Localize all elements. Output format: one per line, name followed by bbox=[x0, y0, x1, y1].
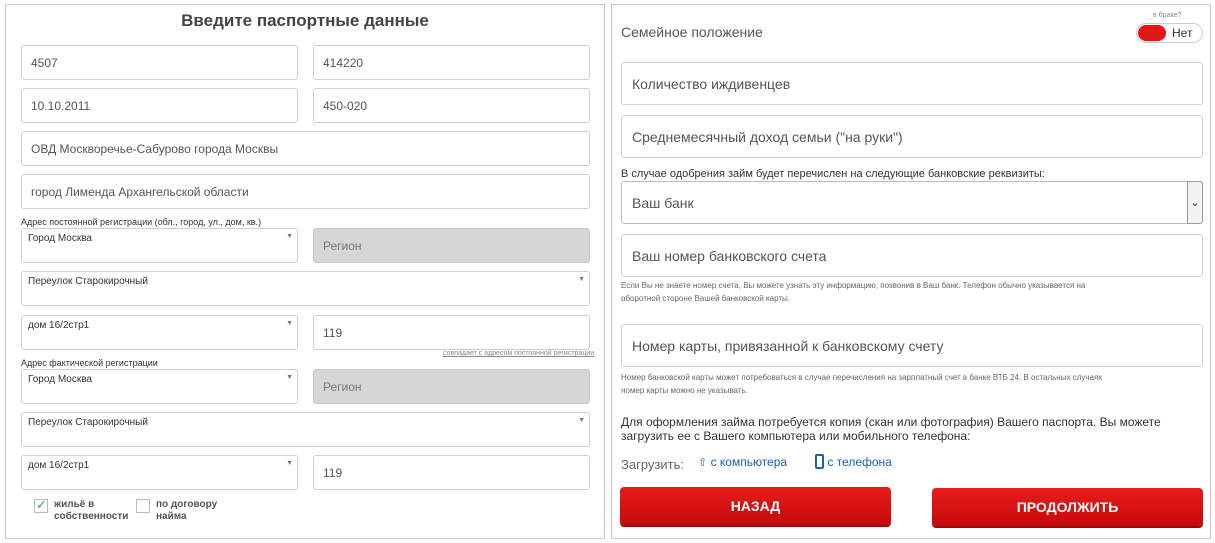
chevron-down-icon: ▼ bbox=[578, 417, 585, 424]
account-note-line2: оборотной стороне Вашей банковской карты… bbox=[621, 294, 791, 303]
back-button[interactable]: НАЗАД bbox=[620, 487, 891, 525]
upload-label: Загрузить: bbox=[621, 457, 684, 472]
lease-housing-label: по договору найма bbox=[156, 499, 217, 523]
bank-account-input[interactable]: Ваш номер банковского счета bbox=[621, 234, 1203, 277]
checkmark-icon: ✓ bbox=[36, 497, 47, 512]
actual-address-label: Адрес фактической регистрации bbox=[21, 358, 158, 368]
chevron-down-icon: ▼ bbox=[286, 374, 293, 381]
passport-series-input[interactable]: 4507 bbox=[21, 45, 298, 80]
issue-date-input[interactable]: 10.10.2011 bbox=[21, 88, 298, 123]
chevron-down-icon: ▼ bbox=[286, 460, 293, 467]
card-note-line2: номер карты можно не указывать. bbox=[621, 386, 748, 395]
owned-housing-label-line2: собственности bbox=[54, 511, 129, 522]
family-status-label: Семейное положение bbox=[621, 24, 763, 40]
married-toggle-value: Нет bbox=[1172, 26, 1193, 40]
actual-index-input[interactable]: 119 bbox=[313, 455, 590, 490]
actual-street-select[interactable]: Переулок Старокирочный ▼ bbox=[21, 412, 590, 447]
issued-by-input[interactable]: ОВД Москворечье-Сабурово города Москвы bbox=[21, 131, 590, 166]
continue-button[interactable]: ПРОДОЛЖИТЬ bbox=[932, 488, 1203, 526]
bank-select[interactable]: Ваш банк ⌄ bbox=[621, 181, 1203, 224]
division-code-input[interactable]: 450-020 bbox=[313, 88, 590, 123]
page-title: Введите паспортные данные bbox=[181, 11, 429, 30]
family-income-input[interactable]: Среднемесячный доход семьи ("на руки") bbox=[621, 115, 1203, 158]
actual-region-input[interactable]: Регион bbox=[313, 369, 590, 404]
passport-panel: Введите паспортные данные 4507 414220 10… bbox=[5, 4, 605, 539]
upload-computer-link[interactable]: ⇧ с компьютера bbox=[698, 455, 787, 469]
bank-intro-text: В случае одобрения займ будет перечислен… bbox=[621, 168, 1045, 180]
permanent-house-select[interactable]: дом 16/2стр1 ▼ bbox=[21, 315, 298, 350]
chevron-down-icon: ⌄ bbox=[1187, 181, 1203, 224]
upload-phone-label: с телефона bbox=[827, 455, 892, 469]
actual-house-select[interactable]: дом 16/2стр1 ▼ bbox=[21, 455, 298, 490]
owned-housing-label: жильё в собственности bbox=[54, 499, 128, 523]
permanent-region-input[interactable]: Регион bbox=[313, 228, 590, 263]
upload-computer-label: с компьютера bbox=[710, 455, 788, 469]
permanent-city-value: Город Москва bbox=[28, 233, 92, 244]
phone-icon bbox=[815, 454, 824, 469]
card-note: Номер банковской карты может потребовать… bbox=[621, 371, 1181, 397]
owned-housing-checkbox[interactable]: ✓ bbox=[34, 497, 48, 513]
birth-place-input[interactable]: город Лименда Архангельской области bbox=[21, 174, 590, 209]
chevron-down-icon: ▼ bbox=[286, 233, 293, 240]
married-caption: в браке? bbox=[1153, 12, 1182, 19]
permanent-address-label: Адрес постоянной регистрации (обл., горо… bbox=[21, 217, 262, 227]
upload-description-line1: Для оформления займа потребуется копия (… bbox=[621, 415, 1161, 429]
permanent-street-value: Переулок Старокирочный bbox=[28, 276, 148, 287]
lease-housing-label-line1: по договору bbox=[156, 499, 218, 510]
married-toggle[interactable]: Нет bbox=[1136, 23, 1203, 43]
account-note-line1: Если Вы не знаете номер счета, Вы можете… bbox=[621, 281, 1086, 290]
owned-housing-label-line1: жильё в bbox=[54, 499, 95, 510]
finance-panel: Семейное положение в браке? Нет Количест… bbox=[611, 4, 1211, 539]
chevron-down-icon: ▼ bbox=[286, 320, 293, 327]
upload-icon: ⇧ bbox=[698, 457, 708, 469]
permanent-index-input[interactable]: 119 bbox=[313, 315, 590, 350]
chevron-down-icon: ▼ bbox=[578, 276, 585, 283]
bank-select-value: Ваш банк bbox=[632, 194, 694, 211]
lease-housing-checkbox[interactable] bbox=[136, 499, 150, 513]
upload-description-line2: загрузить ее с Вашего компьютера или моб… bbox=[621, 429, 971, 443]
actual-city-select[interactable]: Город Москва ▼ bbox=[21, 369, 298, 404]
actual-city-value: Город Москва bbox=[28, 374, 92, 385]
card-number-input[interactable]: Номер карты, привязанной к банковскому с… bbox=[621, 324, 1203, 367]
account-note: Если Вы не знаете номер счета, Вы можете… bbox=[621, 279, 1181, 305]
permanent-city-select[interactable]: Город Москва ▼ bbox=[21, 228, 298, 263]
upload-phone-link[interactable]: с телефона bbox=[815, 454, 892, 469]
toggle-knob bbox=[1138, 25, 1166, 41]
actual-street-value: Переулок Старокирочный bbox=[28, 417, 148, 428]
permanent-house-value: дом 16/2стр1 bbox=[28, 320, 90, 331]
passport-number-input[interactable]: 414220 bbox=[313, 45, 590, 80]
same-address-link[interactable]: совпадает с адресом постоянной регистрац… bbox=[443, 350, 594, 357]
permanent-street-select[interactable]: Переулок Старокирочный ▼ bbox=[21, 271, 590, 306]
lease-housing-label-line2: найма bbox=[156, 511, 187, 522]
dependents-input[interactable]: Количество иждивенцев bbox=[621, 62, 1203, 105]
card-note-line1: Номер банковской карты может потребовать… bbox=[621, 373, 1103, 382]
upload-description: Для оформления займа потребуется копия (… bbox=[621, 415, 1161, 443]
actual-house-value: дом 16/2стр1 bbox=[28, 460, 90, 471]
